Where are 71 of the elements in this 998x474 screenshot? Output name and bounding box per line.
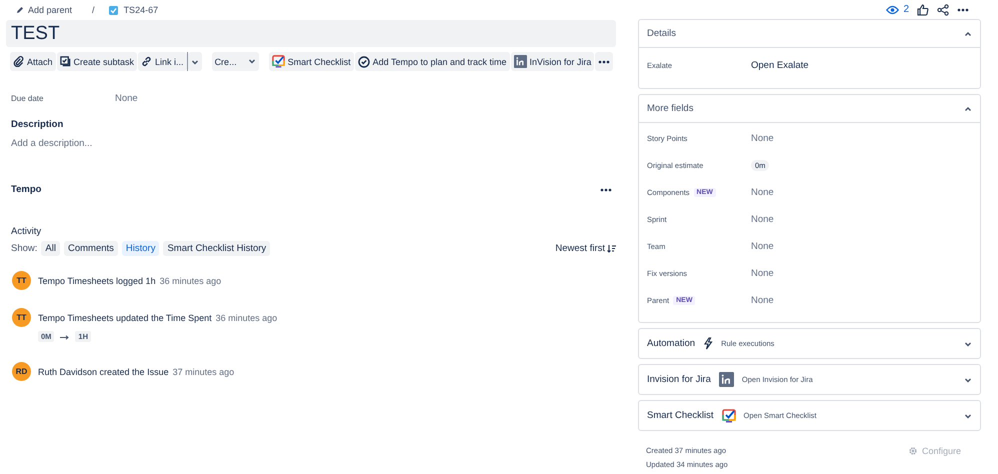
field-link[interactable]: Open Exalate [751,60,809,70]
chevron-icon [248,56,256,64]
chevron-icon [964,104,972,112]
field-value[interactable]: None [115,92,138,104]
more-icon [957,8,969,12]
activity-time: 36 minutes ago [216,313,278,323]
filter-tab[interactable]: Comments [64,241,118,256]
pencil-icon [16,6,24,14]
subtask-icon [60,56,71,67]
section-heading: Tempo [10,184,42,195]
checkbox-icon [108,6,118,14]
invision-icon [718,372,734,387]
avatar: RD [12,362,31,381]
filter-tab[interactable]: History [122,241,160,256]
more-button[interactable] [595,52,614,71]
more-button[interactable] [600,188,612,192]
activity-text: Ruth Davidson created the Issue [38,367,169,377]
activity-time: 36 minutes ago [160,276,222,286]
issue-key-link[interactable]: TS24-67 [124,5,158,15]
panel-header[interactable]: Details [639,20,980,48]
gear-icon [908,446,918,456]
sort-icon [607,244,616,253]
check-circle-icon [358,56,370,68]
description-field[interactable]: Add a description... [6,138,616,149]
filter-tab[interactable]: All [41,241,60,256]
watch-button[interactable]: 2 [886,4,909,15]
filter-tab[interactable]: Smart Checklist History [163,241,270,256]
field-value[interactable]: None [751,295,774,306]
sort-button[interactable]: Newest first [555,243,616,254]
dropdown-button[interactable]: Cre... [212,52,259,71]
field-value[interactable]: None [751,268,774,279]
toolbar-button[interactable]: Attach [10,52,56,71]
field-value[interactable]: None [751,214,774,225]
avatar: TT [12,271,31,290]
field-label: Due date [11,94,44,102]
activity-time: 37 minutes ago [172,367,234,377]
chevron-icon [964,376,972,384]
more-icon [598,60,610,64]
issue-title[interactable]: TEST [6,20,616,47]
more-icon [600,188,612,192]
chevron-icon [964,30,972,38]
section-heading: Description [10,119,64,130]
paperclip-icon [13,56,24,67]
avatar: TT [12,308,31,327]
toolbar-button[interactable]: Add Tempo to plan and track time [354,52,510,71]
field-value[interactable]: None [751,133,774,144]
arrow-icon [60,334,70,340]
field-value[interactable]: None [751,241,774,252]
chevron-icon [190,58,199,66]
checklist-icon [272,55,285,68]
toolbar-button[interactable]: Create subtask [56,52,138,71]
show-label: Show: [11,243,38,254]
link-icon [141,56,152,67]
invision-icon [514,55,527,68]
section-heading: Activity [10,226,42,237]
toolbar-button[interactable]: InVision for Jira [510,52,594,71]
toolbar-button[interactable]: Smart Checklist [268,52,354,71]
activity-text: Tempo Timesheets updated the Time Spent [38,313,212,323]
chevron-icon [964,340,972,348]
breadcrumb-separator: / [92,5,95,15]
dropdown-button[interactable] [188,52,202,71]
panel-header[interactable]: More fields [639,95,980,123]
activity-text: Tempo Timesheets logged 1h [38,276,156,286]
checklist-icon [722,408,736,422]
field-value[interactable]: None [751,187,774,198]
chevron-icon [964,412,972,420]
share-icon[interactable] [937,4,949,16]
thumbs-up-icon[interactable] [917,4,929,16]
lightning-icon [703,337,714,350]
toolbar-button[interactable]: Link i... [138,52,187,71]
add-parent-link[interactable]: Add parent [16,5,72,15]
